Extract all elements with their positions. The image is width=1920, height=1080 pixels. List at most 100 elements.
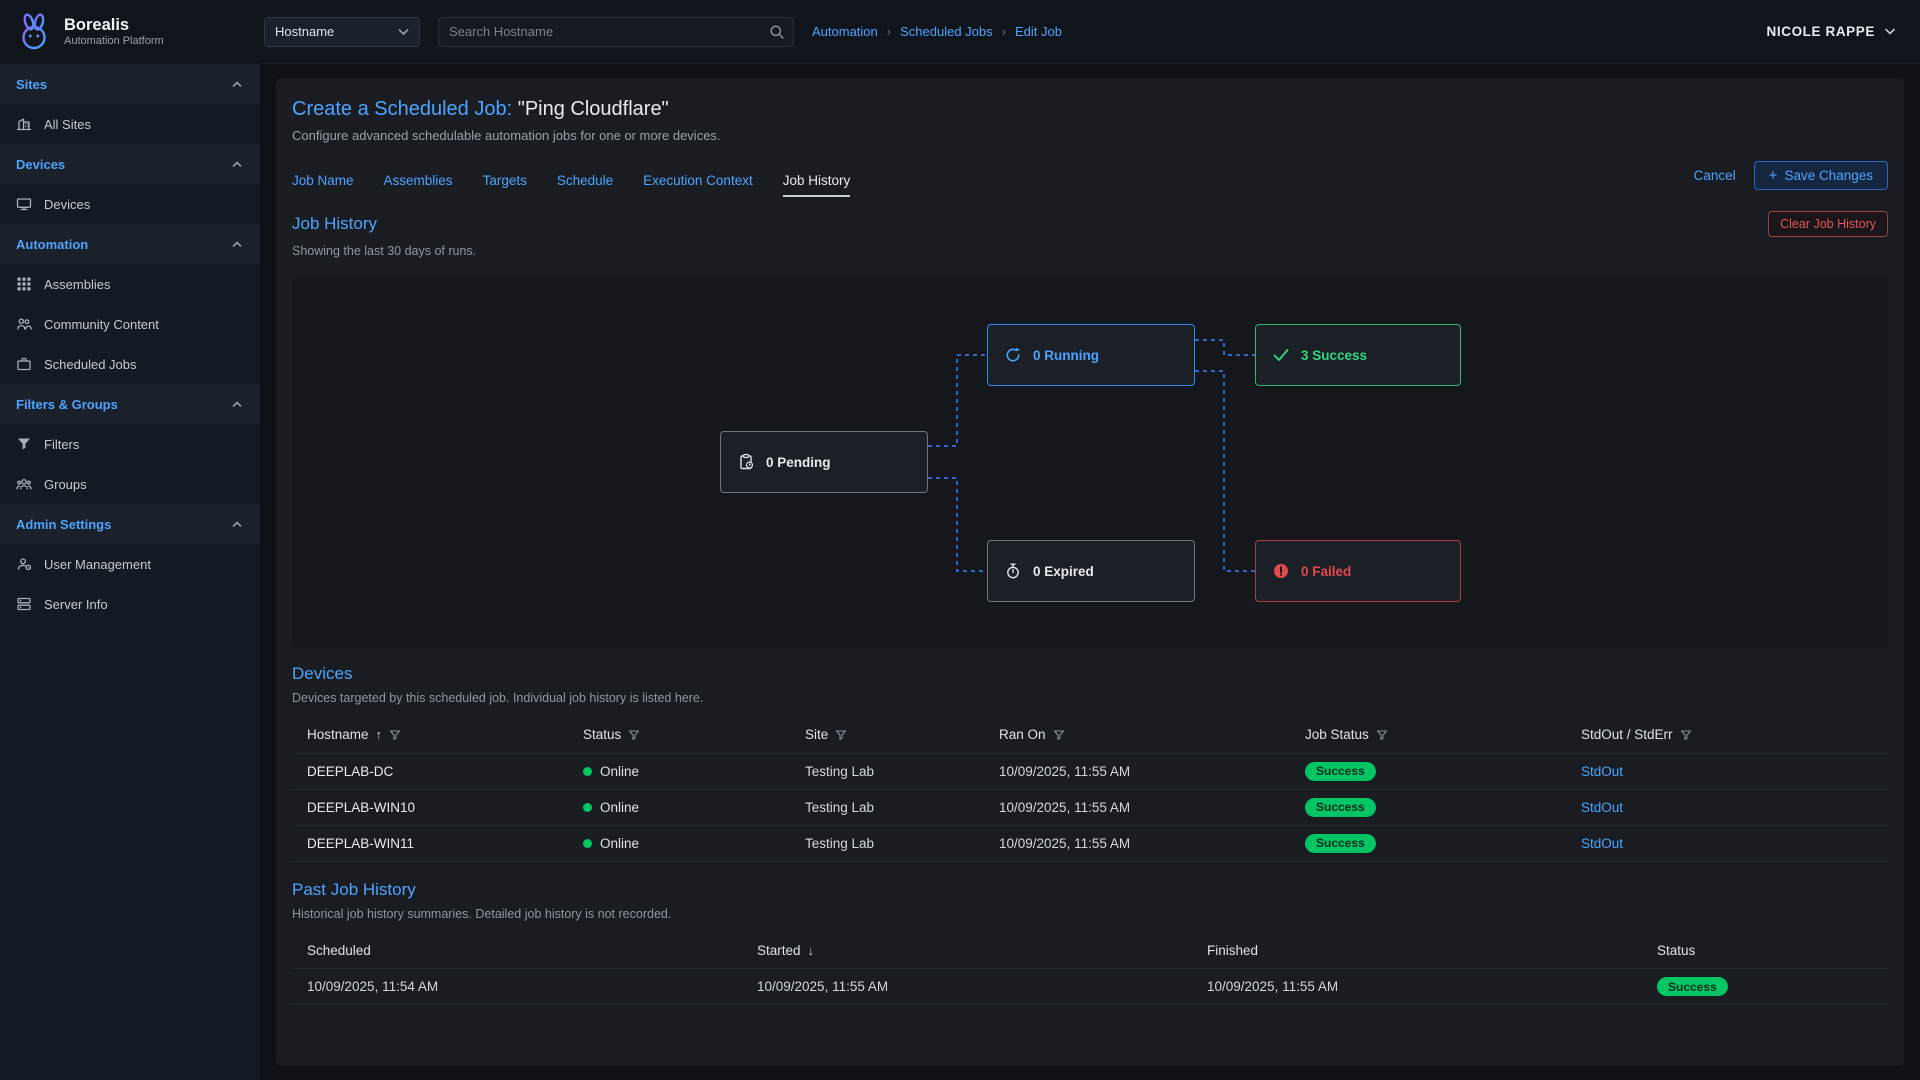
flow-node-running[interactable]: 0 Running [987, 324, 1195, 386]
finished-cell: 10/09/2025, 11:55 AM [1192, 969, 1642, 1005]
tabs: Job Name Assemblies Targets Schedule Exe… [292, 173, 850, 197]
stdout-link[interactable]: StdOut [1581, 836, 1623, 851]
sidebar-item-filters[interactable]: Filters [0, 424, 260, 464]
column-label: Finished [1207, 943, 1258, 958]
tab-job-name[interactable]: Job Name [292, 173, 354, 197]
flow-node-success[interactable]: 3 Success [1255, 324, 1461, 386]
page-title: Create a Scheduled Job: "Ping Cloudflare… [292, 98, 1888, 121]
column-header-finished[interactable]: Finished [1192, 933, 1642, 969]
tab-schedule[interactable]: Schedule [557, 173, 613, 197]
sidebar-item-scheduled-jobs[interactable]: Scheduled Jobs [0, 344, 260, 384]
column-header-started[interactable]: Started ↓ [742, 933, 1192, 969]
page-subtitle: Configure advanced schedulable automatio… [292, 128, 1888, 143]
column-header-job-status[interactable]: Job Status [1290, 717, 1566, 753]
breadcrumb: Automation › Scheduled Jobs › Edit Job [812, 24, 1062, 39]
groups-icon [16, 476, 32, 492]
sidebar-item-label: Scheduled Jobs [44, 357, 137, 372]
tab-assemblies[interactable]: Assemblies [384, 173, 453, 197]
building-icon [16, 116, 32, 132]
hostname-cell: DEEPLAB-WIN11 [292, 825, 568, 861]
column-header-hostname[interactable]: Hostname ↑ [292, 717, 568, 753]
tab-targets[interactable]: Targets [483, 173, 527, 197]
column-header-ran-on[interactable]: Ran On [984, 717, 1290, 753]
column-header-status[interactable]: Status [1642, 933, 1888, 969]
hostname-select-value: Hostname [275, 24, 334, 39]
save-changes-button[interactable]: + Save Changes [1754, 161, 1888, 190]
flow-node-expired[interactable]: 0 Expired [987, 540, 1195, 602]
sidebar-section-sites[interactable]: Sites [0, 64, 260, 104]
devices-table-header-row: Hostname ↑ Status Site [292, 717, 1888, 753]
site-cell: Testing Lab [790, 753, 984, 789]
sidebar-item-server-info[interactable]: Server Info [0, 584, 260, 624]
column-label: Job Status [1305, 727, 1369, 742]
user-menu[interactable]: NICOLE RAPPE [1767, 24, 1896, 39]
search-icon[interactable] [769, 24, 785, 40]
past-job-history-heading: Past Job History [292, 880, 1888, 900]
sidebar-section-devices[interactable]: Devices [0, 144, 260, 184]
flow-node-failed[interactable]: 0 Failed [1255, 540, 1461, 602]
app-root: Borealis Automation Platform Sites All S… [0, 0, 1920, 1080]
status-badge: Success [1305, 834, 1376, 853]
table-row[interactable]: 10/09/2025, 11:54 AM 10/09/2025, 11:55 A… [292, 969, 1888, 1005]
status-text: Online [600, 764, 639, 779]
sort-desc-icon[interactable]: ↓ [808, 943, 815, 958]
filter-icon[interactable] [1680, 729, 1692, 741]
online-dot-icon [583, 803, 592, 812]
stdout-link[interactable]: StdOut [1581, 800, 1623, 815]
flow-node-pending[interactable]: 0 Pending [720, 431, 928, 493]
filter-icon[interactable] [1376, 729, 1388, 741]
error-icon [1272, 562, 1290, 580]
user-name: NICOLE RAPPE [1767, 24, 1875, 39]
past-job-history-section: Past Job History Historical job history … [292, 880, 1888, 1006]
flow-node-label: 0 Failed [1301, 564, 1351, 579]
filter-icon[interactable] [389, 729, 401, 741]
breadcrumb-edit-job[interactable]: Edit Job [1015, 24, 1062, 39]
sidebar-item-community-content[interactable]: Community Content [0, 304, 260, 344]
breadcrumb-scheduled-jobs[interactable]: Scheduled Jobs [900, 24, 993, 39]
filter-icon[interactable] [835, 729, 847, 741]
column-header-stdout[interactable]: StdOut / StdErr [1566, 717, 1888, 753]
brand-area[interactable]: Borealis Automation Platform [0, 0, 260, 64]
online-dot-icon [583, 767, 592, 776]
breadcrumb-automation[interactable]: Automation [812, 24, 878, 39]
past-table-header-row: Scheduled Started ↓ Finished Status [292, 933, 1888, 969]
hostname-select[interactable]: Hostname [264, 17, 420, 47]
sidebar-item-user-management[interactable]: User Management [0, 544, 260, 584]
tab-job-history[interactable]: Job History [783, 173, 851, 197]
tab-execution-context[interactable]: Execution Context [643, 173, 753, 197]
clear-job-history-button[interactable]: Clear Job History [1768, 211, 1888, 237]
search-input[interactable] [438, 17, 794, 47]
sidebar-item-assemblies[interactable]: Assemblies [0, 264, 260, 304]
sidebar-section-admin-settings[interactable]: Admin Settings [0, 504, 260, 544]
sidebar-section-automation[interactable]: Automation [0, 224, 260, 264]
sidebar-item-all-sites[interactable]: All Sites [0, 104, 260, 144]
column-label: Started [757, 943, 801, 958]
tabs-row: Job Name Assemblies Targets Schedule Exe… [292, 161, 1888, 197]
sidebar-section-filters-groups[interactable]: Filters & Groups [0, 384, 260, 424]
chevron-down-icon [1884, 27, 1896, 36]
job-history-header-row: Job History Clear Job History [292, 211, 1888, 237]
hostname-cell: DEEPLAB-WIN10 [292, 789, 568, 825]
column-header-scheduled[interactable]: Scheduled [292, 933, 742, 969]
sort-asc-icon[interactable]: ↑ [376, 727, 383, 742]
sidebar-item-groups[interactable]: Groups [0, 464, 260, 504]
page-title-job-name: "Ping Cloudflare" [512, 98, 669, 120]
chevron-up-icon [230, 159, 244, 169]
filter-icon[interactable] [628, 729, 640, 741]
monitor-icon [16, 196, 32, 212]
column-header-site[interactable]: Site [790, 717, 984, 753]
column-header-status[interactable]: Status [568, 717, 790, 753]
table-row[interactable]: DEEPLAB-WIN10 Online Testing Lab 10/09/2… [292, 789, 1888, 825]
topbar: Hostname Automation › Scheduled Jobs › E… [260, 0, 1920, 64]
table-row[interactable]: DEEPLAB-DC Online Testing Lab 10/09/2025… [292, 753, 1888, 789]
table-row[interactable]: DEEPLAB-WIN11 Online Testing Lab 10/09/2… [292, 825, 1888, 861]
section-label: Filters & Groups [16, 397, 118, 412]
past-job-history-subtitle: Historical job history summaries. Detail… [292, 907, 1888, 921]
page-title-prefix: Create a Scheduled Job: [292, 98, 512, 120]
flow-node-label: 0 Pending [766, 455, 831, 470]
filter-icon[interactable] [1053, 729, 1065, 741]
site-cell: Testing Lab [790, 789, 984, 825]
stdout-link[interactable]: StdOut [1581, 764, 1623, 779]
sidebar-item-devices[interactable]: Devices [0, 184, 260, 224]
cancel-button[interactable]: Cancel [1694, 168, 1736, 183]
